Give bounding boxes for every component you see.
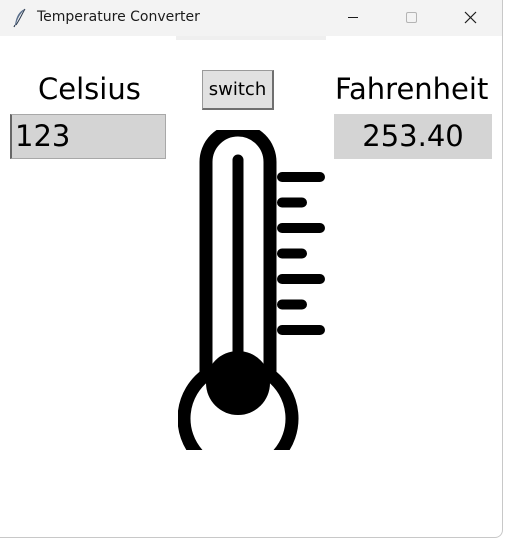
thermometer-ticks [277,172,325,335]
fahrenheit-output: 253.40 [334,114,492,159]
thermometer-icon [178,130,325,450]
feather-icon [13,8,26,28]
title-bar[interactable]: Temperature Converter [0,0,502,36]
switch-button[interactable]: switch [202,70,274,110]
celsius-label: Celsius [38,72,141,106]
fahrenheit-label: Fahrenheit [335,72,489,106]
app-window: Temperature Converter Celsius Fahrenheit… [0,0,503,538]
top-frame-strip [176,36,326,40]
minimize-icon [348,17,358,18]
minimize-button[interactable] [330,0,376,36]
window-title: Temperature Converter [37,9,200,25]
close-icon [464,11,477,24]
celsius-input[interactable] [10,114,166,159]
edge-artifact [502,78,503,118]
maximize-button[interactable] [388,0,434,36]
close-button[interactable] [447,0,493,36]
maximize-icon [406,12,417,23]
